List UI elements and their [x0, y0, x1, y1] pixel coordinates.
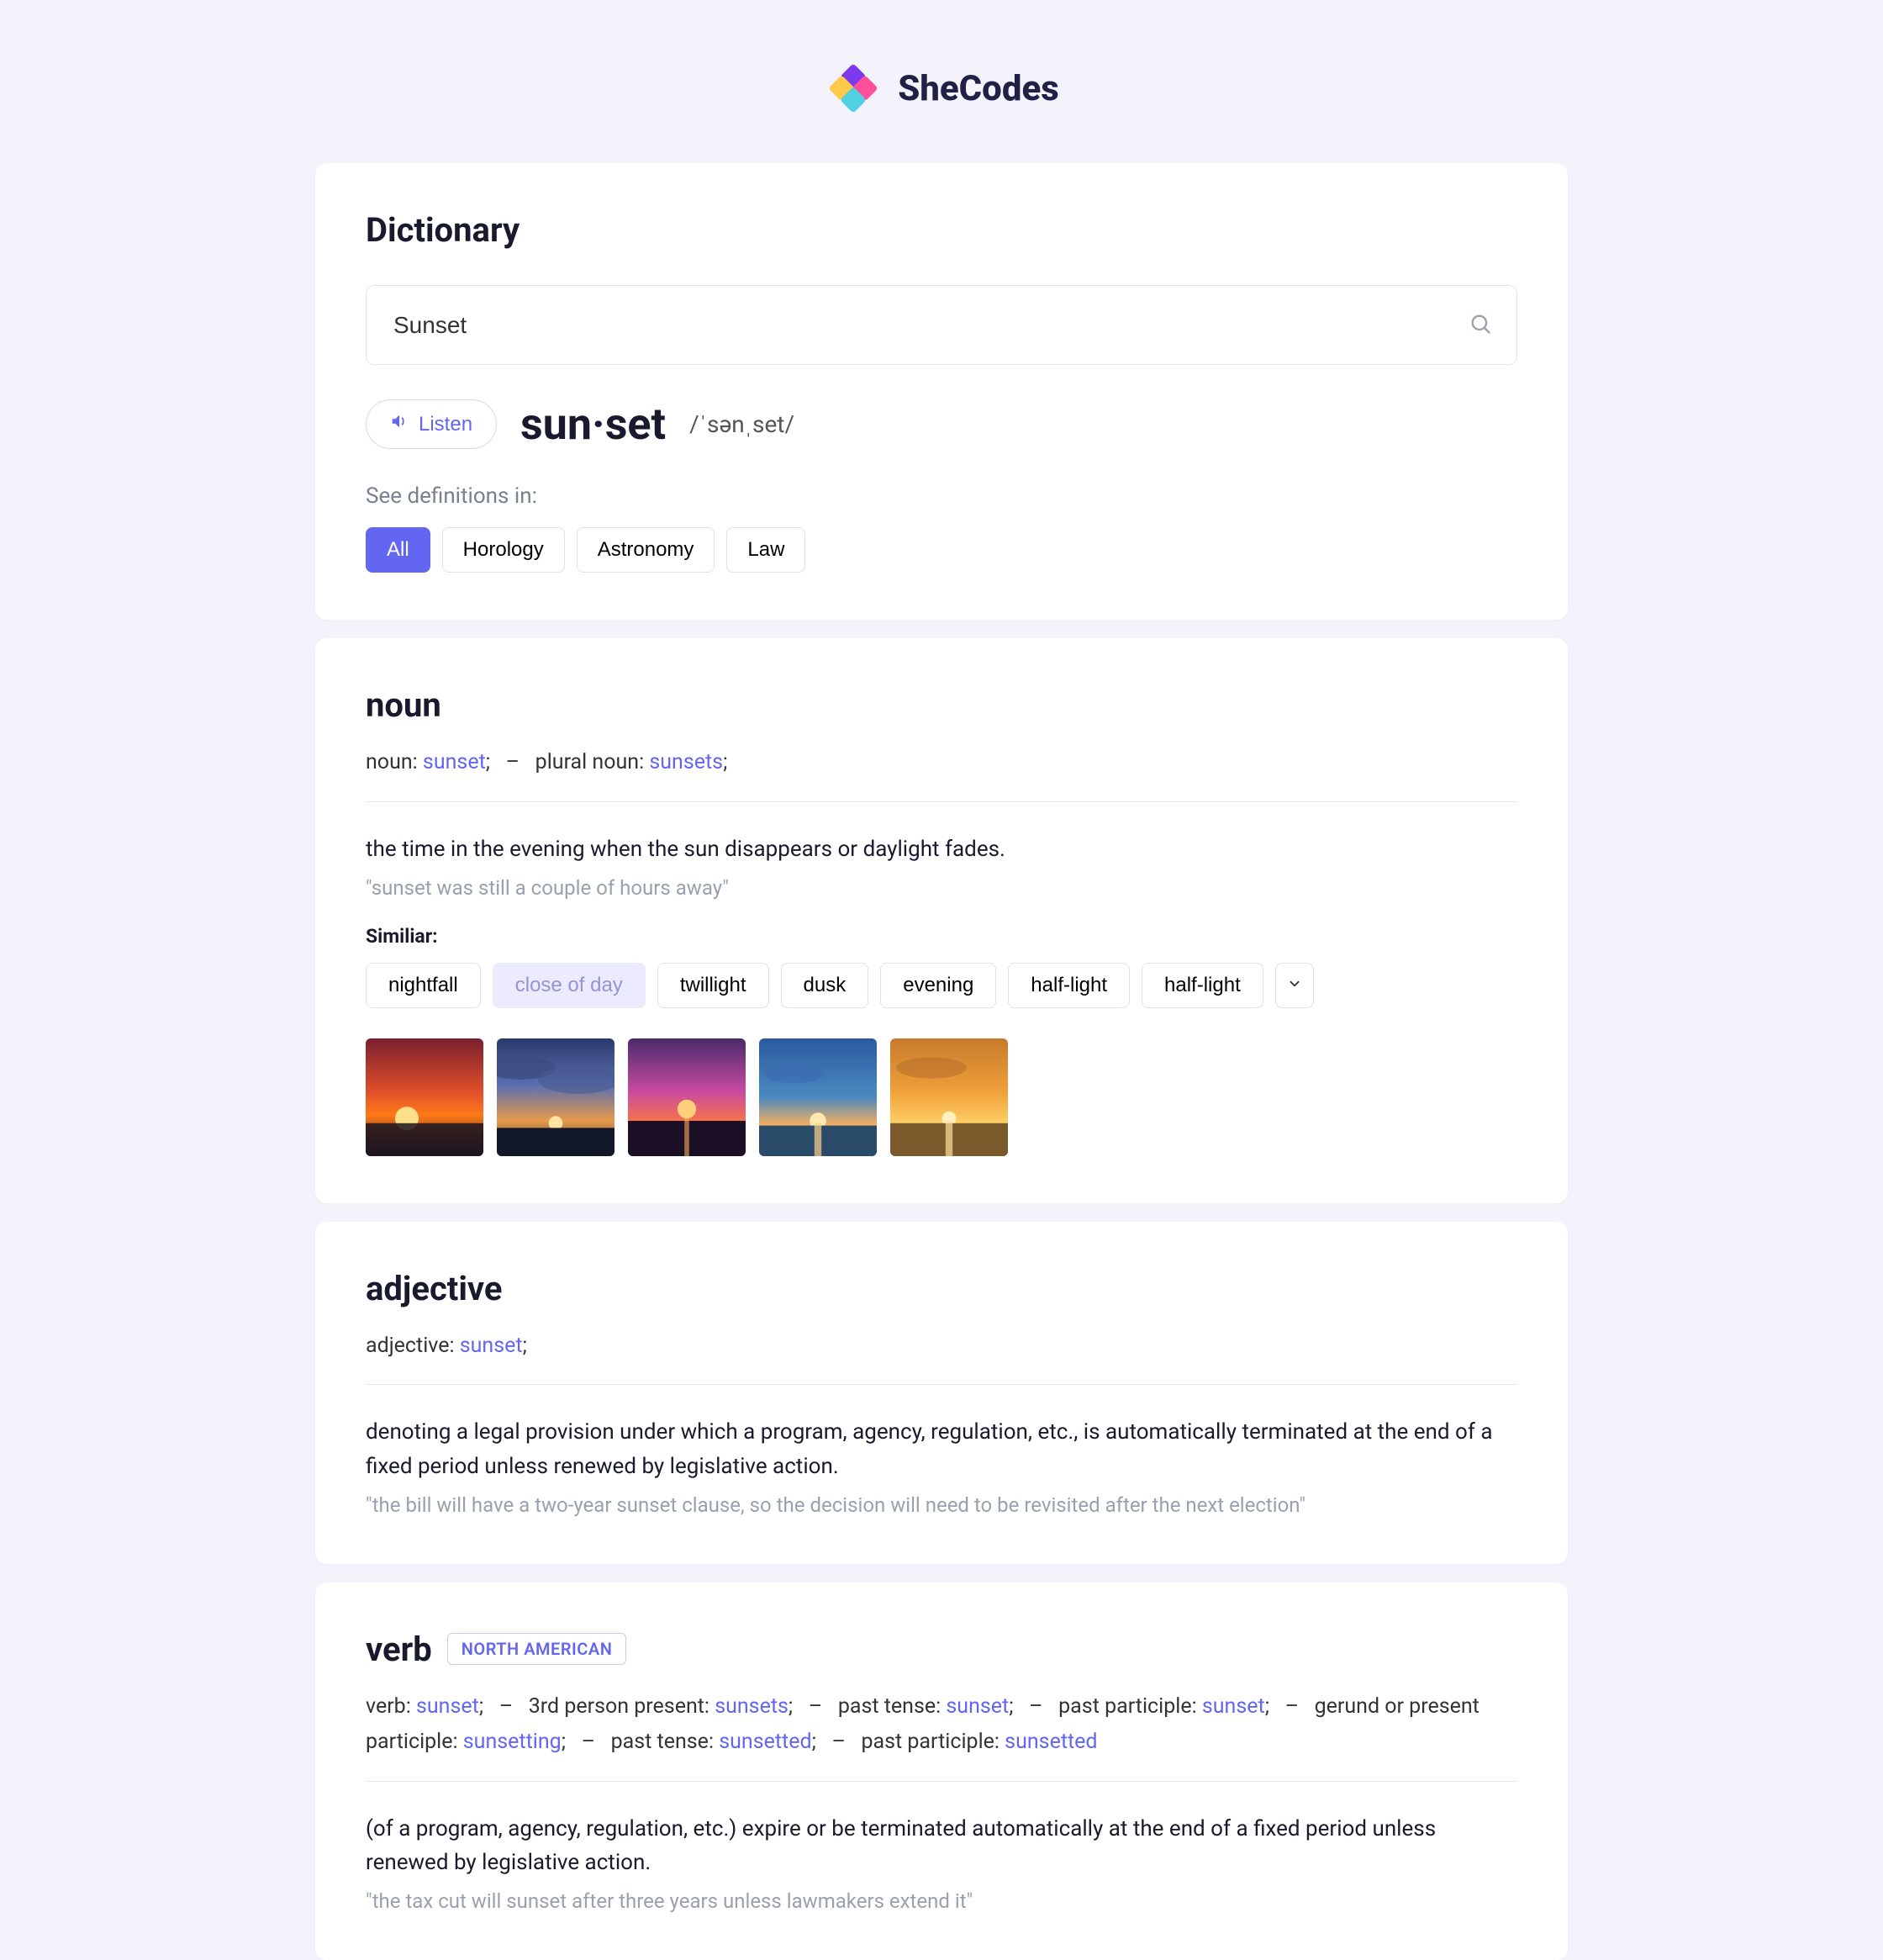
- phonetic: /ˈsənˌset/: [689, 410, 794, 438]
- pos-heading-noun-text: noun: [366, 685, 441, 725]
- similar-chip-twillight[interactable]: twillight: [657, 963, 769, 1008]
- form-plural-noun-value: sunsets: [649, 750, 723, 774]
- divider: [366, 1781, 1517, 1782]
- definition-adjective: denoting a legal provision under which a…: [366, 1415, 1517, 1483]
- brand-header: SheCodes: [824, 59, 1059, 118]
- similar-chip-evening[interactable]: evening: [880, 963, 996, 1008]
- category-pills: All Horology Astronomy Law: [366, 527, 1517, 573]
- similar-chip-half-light-2[interactable]: half-light: [1142, 963, 1263, 1008]
- search-input[interactable]: [366, 285, 1517, 365]
- brand-name: SheCodes: [898, 68, 1059, 109]
- example-adjective: "the bill will have a two-year sunset cl…: [366, 1493, 1517, 1517]
- word-header-row: Listen sun·set /ˈsənˌset/: [366, 399, 1517, 450]
- form-past-tense-2-value: sunsetted: [719, 1730, 811, 1754]
- sunset-thumbnail-3[interactable]: [628, 1038, 746, 1156]
- sunset-thumbnail-2[interactable]: [497, 1038, 614, 1156]
- page-title: Dictionary: [366, 210, 1517, 250]
- image-row: [366, 1038, 1517, 1156]
- divider: [366, 1384, 1517, 1385]
- see-definitions-label: See definitions in:: [366, 483, 1517, 509]
- brand-logo-icon: [824, 59, 883, 118]
- chevron-down-icon: [1287, 974, 1302, 997]
- form-adjective-value: sunset: [460, 1334, 523, 1358]
- example-verb: "the tax cut will sunset after three yea…: [366, 1889, 1517, 1913]
- example-noun: "sunset was still a couple of hours away…: [366, 876, 1517, 900]
- word-display: sun·set: [520, 399, 666, 450]
- pos-heading-noun: noun: [366, 685, 1517, 725]
- category-pill-all[interactable]: All: [366, 527, 430, 573]
- form-past-tense-1-value: sunset: [946, 1694, 1009, 1719]
- speaker-icon: [390, 412, 409, 436]
- similar-chip-close-of-day[interactable]: close of day: [493, 963, 646, 1008]
- form-past-participle-2-value: sunsetted: [1005, 1730, 1097, 1754]
- category-pill-astronomy[interactable]: Astronomy: [577, 527, 715, 573]
- search-icon[interactable]: [1469, 312, 1492, 339]
- pos-heading-verb: verb NORTH AMERICAN: [366, 1630, 1517, 1669]
- similar-label: Similiar:: [366, 925, 1517, 948]
- card-search: Dictionary Listen sun·set /ˈsənˌset/ See…: [315, 163, 1568, 620]
- similar-expand-button[interactable]: [1275, 963, 1314, 1008]
- search-wrap: [366, 285, 1517, 365]
- pos-heading-verb-text: verb: [366, 1630, 432, 1669]
- card-noun: noun noun: sunset; – plural noun: sunset…: [315, 638, 1568, 1203]
- similar-chip-nightfall[interactable]: nightfall: [366, 963, 481, 1008]
- form-3rd-person-value: sunsets: [715, 1694, 789, 1719]
- category-pill-horology[interactable]: Horology: [442, 527, 565, 573]
- definition-verb: (of a program, agency, regulation, etc.)…: [366, 1812, 1517, 1880]
- form-gerund-value: sunsetting: [463, 1730, 562, 1754]
- sunset-thumbnail-4[interactable]: [759, 1038, 877, 1156]
- listen-label: Listen: [419, 413, 472, 436]
- sunset-thumbnail-5[interactable]: [890, 1038, 1008, 1156]
- category-pill-law[interactable]: Law: [726, 527, 805, 573]
- form-past-participle-1-value: sunset: [1202, 1694, 1265, 1719]
- pos-heading-adjective-text: adjective: [366, 1269, 503, 1308]
- listen-button[interactable]: Listen: [366, 399, 497, 449]
- card-adjective: adjective adjective: sunset; denoting a …: [315, 1222, 1568, 1564]
- similar-chips: nightfall close of day twillight dusk ev…: [366, 963, 1517, 1008]
- region-badge: NORTH AMERICAN: [447, 1633, 627, 1665]
- forms-noun: noun: sunset; – plural noun: sunsets;: [366, 745, 1517, 781]
- sunset-thumbnail-1[interactable]: [366, 1038, 483, 1156]
- card-verb: verb NORTH AMERICAN verb: sunset; – 3rd …: [315, 1582, 1568, 1960]
- pos-heading-adjective: adjective: [366, 1269, 1517, 1308]
- similar-chip-dusk[interactable]: dusk: [781, 963, 869, 1008]
- divider: [366, 801, 1517, 802]
- forms-adjective: adjective: sunset;: [366, 1329, 1517, 1365]
- form-verb-value: sunset: [416, 1694, 479, 1719]
- form-noun-value: sunset: [423, 750, 486, 774]
- forms-verb: verb: sunset; – 3rd person present: suns…: [366, 1689, 1517, 1761]
- similar-chip-half-light-1[interactable]: half-light: [1008, 963, 1130, 1008]
- definition-noun: the time in the evening when the sun dis…: [366, 832, 1517, 866]
